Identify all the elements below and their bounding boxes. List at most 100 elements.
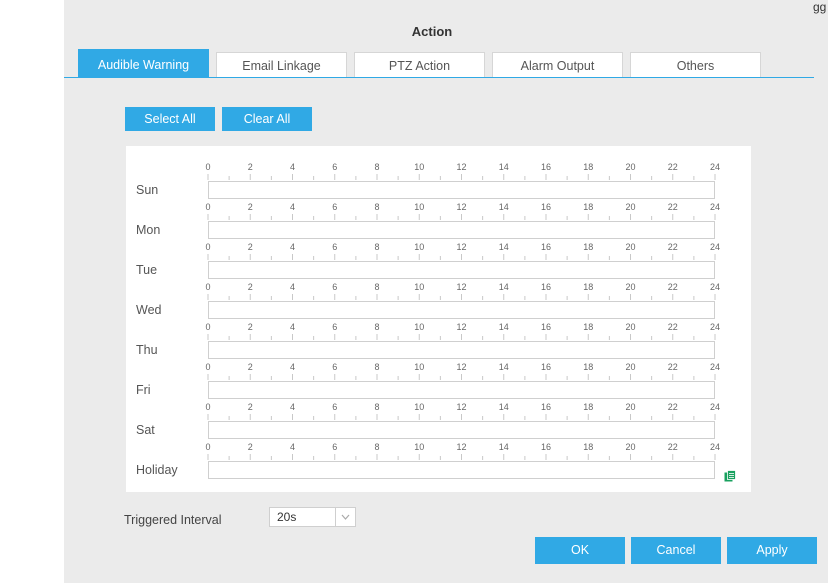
hour-tick-label: 10 (414, 442, 424, 452)
hour-tick-label: 0 (205, 202, 210, 212)
hour-tick-label: 12 (456, 362, 466, 372)
hour-tick-label: 14 (499, 162, 509, 172)
hour-tick-label: 14 (499, 322, 509, 332)
hour-tick-label: 0 (205, 322, 210, 332)
tab-audible-warning[interactable]: Audible Warning (78, 49, 209, 78)
tab-ptz-action[interactable]: PTZ Action (354, 52, 485, 78)
hour-tick-label: 10 (414, 282, 424, 292)
hour-tick-label: 12 (456, 282, 466, 292)
hour-tick-label: 2 (248, 242, 253, 252)
hour-tick-label: 24 (710, 402, 720, 412)
hour-tick-label: 24 (710, 282, 720, 292)
hour-tick-label: 20 (625, 402, 635, 412)
hour-tick-label: 2 (248, 402, 253, 412)
hour-tick-label: 22 (668, 202, 678, 212)
hour-tick-label: 18 (583, 282, 593, 292)
hour-ruler-svg: 0 2 4 6 8 10 12 14 16 18 20 22 24 (205, 282, 720, 300)
action-dialog: Action gg Audible Warning Email Linkage … (64, 0, 828, 583)
schedule-row-wed: Wed 0 2 4 6 8 10 12 14 16 18 20 22 24 (126, 279, 751, 319)
hour-ruler: 0 2 4 6 8 10 12 14 16 18 20 22 24 (205, 399, 720, 423)
hour-tick-label: 20 (625, 362, 635, 372)
schedule-bar-sun[interactable] (208, 181, 715, 199)
hour-tick-label: 4 (290, 322, 295, 332)
hour-tick-label: 24 (710, 202, 720, 212)
hour-tick-label: 16 (541, 242, 551, 252)
hour-tick-label: 20 (625, 282, 635, 292)
tab-email-linkage[interactable]: Email Linkage (216, 52, 347, 78)
tab-alarm-output[interactable]: Alarm Output (492, 52, 623, 78)
hour-tick-label: 14 (499, 442, 509, 452)
schedule-row-mon: Mon 0 2 4 6 8 10 12 14 16 18 20 22 24 (126, 199, 751, 239)
hour-ruler: 0 2 4 6 8 10 12 14 16 18 20 22 24 (205, 319, 720, 343)
hour-tick-label: 14 (499, 202, 509, 212)
hour-tick-label: 8 (374, 402, 379, 412)
hour-tick-label: 6 (332, 202, 337, 212)
apply-button[interactable]: Apply (727, 537, 817, 564)
schedule-bar-thu[interactable] (208, 341, 715, 359)
schedule-row-sat: Sat 0 2 4 6 8 10 12 14 16 18 20 22 24 (126, 399, 751, 439)
schedule-panel: Sun 0 2 4 6 8 10 12 14 16 18 20 22 24 Mon 0 2 4 6 8 10 12 14 16… (126, 146, 751, 492)
schedule-row-sun: Sun 0 2 4 6 8 10 12 14 16 18 20 22 24 (126, 159, 751, 199)
hour-tick-label: 10 (414, 202, 424, 212)
tabs-underline (64, 77, 814, 78)
hour-ruler: 0 2 4 6 8 10 12 14 16 18 20 22 24 (205, 439, 720, 463)
hour-tick-label: 24 (710, 442, 720, 452)
hour-ruler: 0 2 4 6 8 10 12 14 16 18 20 22 24 (205, 239, 720, 263)
schedule-bar-sat[interactable] (208, 421, 715, 439)
cancel-button[interactable]: Cancel (631, 537, 721, 564)
hour-tick-label: 20 (625, 242, 635, 252)
hour-tick-label: 10 (414, 362, 424, 372)
hour-tick-label: 18 (583, 442, 593, 452)
dialog-title: Action (411, 24, 453, 39)
hour-tick-label: 4 (290, 242, 295, 252)
hour-tick-label: 16 (541, 202, 551, 212)
triggered-interval-select[interactable]: 20s (269, 507, 356, 527)
hour-tick-label: 6 (332, 442, 337, 452)
schedule-bar-mon[interactable] (208, 221, 715, 239)
schedule-bar-tue[interactable] (208, 261, 715, 279)
hour-tick-label: 14 (499, 282, 509, 292)
hour-tick-label: 10 (414, 242, 424, 252)
hour-tick-label: 20 (625, 442, 635, 452)
hour-tick-label: 8 (374, 442, 379, 452)
schedule-bar-fri[interactable] (208, 381, 715, 399)
hour-tick-label: 10 (414, 162, 424, 172)
select-all-button[interactable]: Select All (125, 107, 215, 131)
hour-tick-label: 4 (290, 402, 295, 412)
hour-tick-label: 12 (456, 162, 466, 172)
hour-tick-label: 16 (541, 402, 551, 412)
hour-tick-label: 18 (583, 242, 593, 252)
hour-tick-label: 20 (625, 322, 635, 332)
hour-tick-label: 10 (414, 322, 424, 332)
hour-tick-label: 6 (332, 322, 337, 332)
schedule-row-tue: Tue 0 2 4 6 8 10 12 14 16 18 20 22 24 (126, 239, 751, 279)
hour-tick-label: 22 (668, 242, 678, 252)
hour-tick-label: 2 (248, 442, 253, 452)
hour-tick-label: 18 (583, 162, 593, 172)
triggered-interval-value: 20s (277, 510, 297, 524)
clear-all-button[interactable]: Clear All (222, 107, 312, 131)
hour-tick-label: 24 (710, 362, 720, 372)
hour-ruler-svg: 0 2 4 6 8 10 12 14 16 18 20 22 24 (205, 162, 720, 180)
day-label: Sun (136, 183, 159, 197)
day-label: Wed (136, 303, 162, 317)
hour-tick-label: 22 (668, 322, 678, 332)
schedule-bar-holiday[interactable] (208, 461, 715, 479)
hour-tick-label: 8 (374, 322, 379, 332)
hour-tick-label: 8 (374, 242, 379, 252)
day-label: Thu (136, 343, 158, 357)
day-label: Fri (136, 383, 151, 397)
copy-icon[interactable] (724, 469, 736, 487)
hour-tick-label: 6 (332, 242, 337, 252)
hour-tick-label: 16 (541, 282, 551, 292)
hour-tick-label: 8 (374, 362, 379, 372)
ok-button[interactable]: OK (535, 537, 625, 564)
hour-tick-label: 12 (456, 402, 466, 412)
day-label: Sat (136, 423, 155, 437)
tab-others[interactable]: Others (630, 52, 761, 78)
hour-tick-label: 8 (374, 162, 379, 172)
schedule-bar-wed[interactable] (208, 301, 715, 319)
hour-tick-label: 16 (541, 322, 551, 332)
chevron-down-icon (335, 508, 355, 526)
day-label: Mon (136, 223, 161, 237)
